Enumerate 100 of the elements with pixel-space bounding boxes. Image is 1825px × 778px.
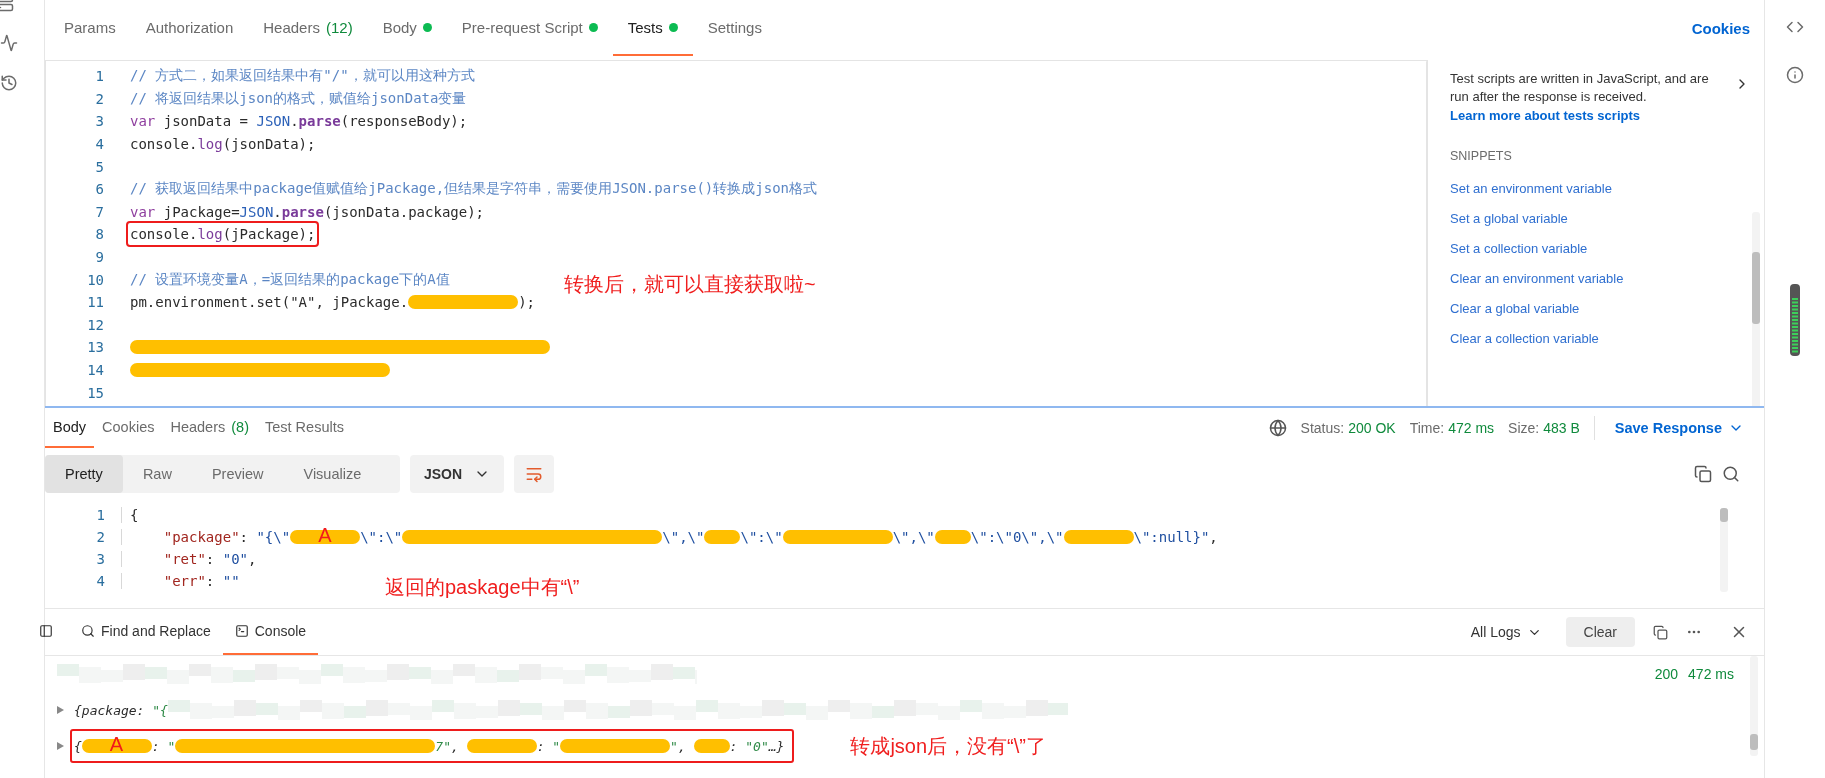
request-tab[interactable]: Settings [692, 0, 777, 56]
learn-more-link[interactable]: Learn more about tests scripts [1450, 108, 1750, 124]
snippet-link[interactable]: Set a collection variable [1450, 241, 1750, 272]
line-number: 2 [94, 90, 105, 107]
status-code: 200 [1654, 666, 1679, 682]
line-number: 3 [94, 113, 105, 130]
annotation-text: 转成json后，没有“\”了 [850, 733, 1046, 759]
expand-caret-icon[interactable] [57, 742, 64, 750]
line-number: 11 [86, 294, 105, 311]
wrap-lines-icon [525, 465, 544, 483]
time-label: Time: [1409, 420, 1445, 436]
code-line: "ret": "0", [162, 550, 258, 569]
line-number: 9 [94, 249, 105, 266]
response-tab[interactable]: Cookies [94, 408, 163, 448]
line-number: 6 [94, 181, 105, 198]
marker-label: A [109, 734, 124, 754]
size-label: Size: [1508, 420, 1540, 436]
line-number: 1 [94, 68, 105, 85]
request-tab[interactable]: Params [49, 0, 131, 56]
view-tab[interactable]: Visualize [283, 455, 382, 493]
snippet-link[interactable]: Clear an environment variable [1450, 271, 1750, 302]
line-number: 2 [45, 529, 122, 545]
line-number: 8 [94, 226, 105, 243]
size-value: 483 B [1543, 420, 1580, 436]
view-tab[interactable]: Raw [122, 455, 192, 493]
line-number: 3 [45, 551, 122, 567]
snippet-link[interactable]: Clear a global variable [1450, 301, 1750, 332]
code-line: var jPackage=JSON.parse(jsonData.package); [129, 202, 486, 222]
request-tab[interactable]: Pre-request Script [446, 0, 613, 56]
snippet-link[interactable]: Clear a collection variable [1450, 331, 1750, 362]
status-label: Status: [1300, 420, 1345, 436]
activity-icon[interactable] [0, 34, 18, 52]
globe-icon[interactable] [1268, 419, 1287, 437]
view-tab[interactable]: Preview [191, 455, 284, 493]
code-line: "package": "{\" A \":\" \",\" \":\" \",\" \":\"0\",\" \":null}", [162, 524, 1219, 548]
section-heading: SNIPPETS [1450, 149, 1513, 164]
code-line: // 方式二，如果返回结果中有"/"，就可以用这种方式 [129, 66, 476, 86]
line-number: 4 [45, 573, 122, 589]
format-dropdown[interactable]: JSON [410, 455, 505, 493]
redaction-mark [704, 530, 741, 544]
history-icon[interactable] [0, 74, 18, 92]
console-tab[interactable]: Console [222, 609, 319, 655]
line-number: 4 [94, 136, 105, 153]
cookies-link[interactable]: Cookies [1691, 19, 1764, 37]
log-entry[interactable]: {package: "{ [70, 693, 1078, 727]
terminal-icon [234, 624, 249, 638]
log-filter-dropdown[interactable]: All Logs [1464, 623, 1548, 641]
response-tab[interactable]: Body [45, 408, 95, 448]
clear-button[interactable]: Clear [1565, 617, 1635, 647]
view-tab[interactable]: Pretty [45, 455, 123, 493]
annotation-text: 返回的paskage中有“\” [385, 575, 580, 600]
code-line: pm.environment.set("A", jPackage. ); [129, 293, 536, 313]
code-line: // 将返回结果以json的格式，赋值给jsonData变量 [129, 88, 468, 108]
scrollbar[interactable] [1720, 508, 1728, 592]
line-number: 15 [86, 384, 105, 401]
code-line: var jsonData = JSON.parse(responseBody); [129, 112, 469, 132]
code-line: "err": "" [162, 572, 241, 591]
request-tab[interactable]: Tests [612, 0, 693, 56]
search-icon[interactable] [1722, 465, 1740, 483]
marker-label: A [318, 525, 332, 545]
code-line: // 获取返回结果中package值赋值给jPackage,但结果是字符串，需要使用JSON.parse()转换成json格式 [129, 179, 818, 199]
status-value: 200 OK [1348, 420, 1396, 436]
time-value: 472 ms [1448, 420, 1495, 436]
scrollbar[interactable] [1750, 656, 1758, 756]
sidebar-toggle-icon[interactable] [39, 624, 53, 638]
search-icon [81, 624, 95, 638]
console-tab[interactable]: Find and Replace [69, 609, 223, 655]
wrap-lines-button[interactable] [514, 455, 555, 493]
log-entry[interactable]: { A : " 7", : " ", : "0"…} [70, 729, 795, 763]
request-tab[interactable]: Authorization [130, 0, 249, 56]
snippet-link[interactable]: Set a global variable [1450, 211, 1750, 242]
meter-drawing [1789, 284, 1801, 356]
code-line: console.log(jsonData); [129, 135, 317, 155]
redaction-mark [934, 530, 971, 544]
request-tab[interactable]: Headers (12) [248, 0, 368, 56]
response-tab[interactable]: Headers (8) [162, 408, 257, 448]
line-number: 1 [45, 507, 122, 523]
response-tab[interactable]: Test Results [257, 408, 352, 448]
info-icon[interactable] [1786, 66, 1804, 84]
response-time: 472 ms [1688, 666, 1734, 682]
line-number: 14 [86, 362, 105, 378]
line-number: 5 [94, 158, 105, 175]
redaction-mark [693, 739, 730, 753]
redaction-mark [1063, 530, 1134, 544]
annotation-text: 转换后，就可以直接获取啦~ [564, 272, 816, 297]
line-number: 12 [86, 316, 105, 333]
save-response-button[interactable]: Save Response [1608, 419, 1750, 437]
line-number: 7 [94, 203, 105, 220]
request-tab[interactable]: Body [367, 0, 447, 56]
copy-icon[interactable] [1653, 624, 1668, 640]
scrollbar[interactable] [1752, 212, 1760, 406]
code-line: // 设置环境变量A，=返回结果的package下的A值 [129, 269, 451, 289]
line-number: 10 [86, 271, 105, 288]
code-line: { [129, 506, 140, 525]
line-number: 13 [86, 339, 105, 356]
copy-icon[interactable] [1694, 465, 1712, 483]
description-text: Test scripts are written in JavaScript, and are run after the response is received. [1450, 70, 1710, 106]
redaction-mark [466, 739, 537, 753]
expand-caret-icon[interactable] [57, 706, 64, 714]
snippet-link[interactable]: Set an environment variable [1450, 181, 1750, 212]
